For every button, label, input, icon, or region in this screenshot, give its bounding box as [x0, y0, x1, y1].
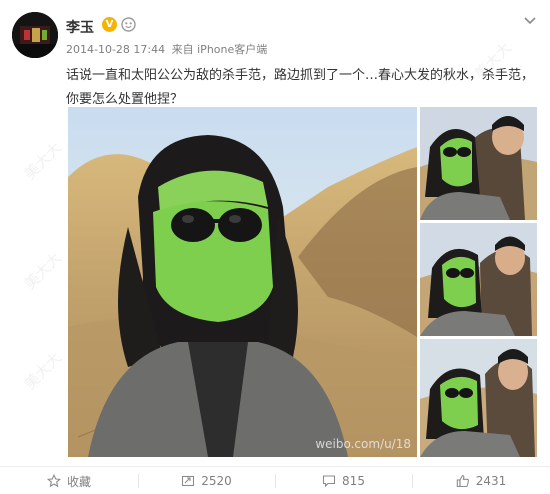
thumbnail-3-image: [420, 339, 537, 457]
avatar-image: [12, 12, 58, 58]
verified-badge-icon[interactable]: V: [102, 17, 117, 32]
weibo-post-card: 美大大 美大大 美大大 美大大 李玉 V 2014-10-28 17:44 来自: [0, 0, 550, 494]
repost-count: 2520: [201, 474, 232, 488]
chevron-down-icon[interactable]: [522, 12, 538, 28]
repost-icon: [181, 474, 195, 488]
repost-button[interactable]: 2520: [138, 468, 275, 494]
photo-thumbnail-2[interactable]: [420, 223, 537, 336]
main-photo-image: [68, 107, 417, 457]
source-client[interactable]: iPhone客户端: [197, 43, 267, 56]
star-icon: [46, 474, 61, 488]
favorite-button[interactable]: 收藏: [0, 468, 138, 494]
photo-watermark: weibo.com/u/18: [315, 437, 411, 451]
thumbs-up-icon: [456, 474, 470, 488]
thumbnail-1-image: [420, 107, 537, 220]
favorite-label: 收藏: [66, 474, 91, 489]
source-prefix: 来自: [171, 43, 194, 56]
post-time[interactable]: 2014-10-28 17:44: [66, 43, 165, 56]
photo-main[interactable]: weibo.com/u/18: [68, 107, 417, 457]
avatar[interactable]: [12, 12, 58, 58]
background-watermark: 美大大: [20, 348, 66, 394]
comment-button[interactable]: 815: [275, 468, 412, 494]
username[interactable]: 李玉: [66, 17, 94, 37]
footer-divider: [0, 466, 550, 467]
like-count: 2431: [475, 474, 507, 488]
photo-thumbnail-3[interactable]: [420, 339, 537, 457]
background-watermark: 美大大: [20, 138, 66, 184]
comment-count: 815: [342, 474, 365, 488]
comment-icon: [322, 474, 336, 488]
background-watermark: 美大大: [20, 248, 66, 294]
post-text: 话说一直和太阳公公为敌的杀手范，路边抓到了一个…春心大发的秋水，杀手范，你要怎么…: [66, 68, 535, 107]
photo-thumbnail-1[interactable]: [420, 107, 537, 220]
post-meta: 2014-10-28 17:44 来自 iPhone客户端: [66, 41, 267, 57]
thumbnail-2-image: [420, 223, 537, 336]
member-icon[interactable]: [121, 17, 136, 32]
like-button[interactable]: 2431: [412, 468, 550, 494]
